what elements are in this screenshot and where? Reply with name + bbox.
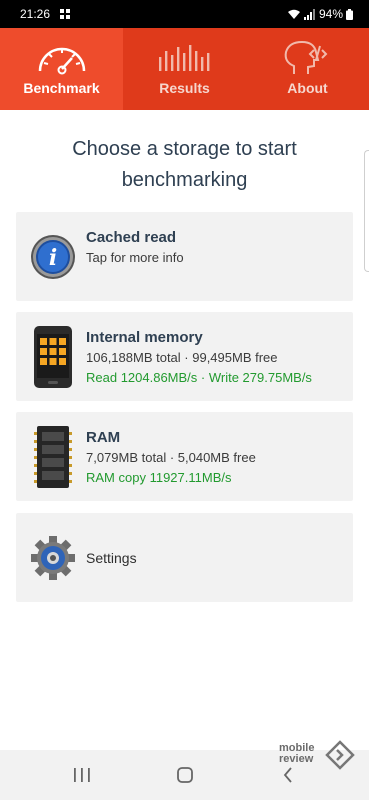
ram-chip-icon [34, 426, 72, 488]
info-icon: i [31, 235, 75, 279]
head-code-icon [246, 40, 369, 76]
ram-speeds: RAM copy 11927.11MB/s [86, 470, 232, 485]
scroll-indicator [364, 150, 369, 272]
tab-results[interactable]: Results [123, 28, 246, 110]
internal-memory-details: 106,188MB total · 99,495MB free [86, 350, 278, 365]
status-time: 21:26 [20, 7, 51, 21]
home-button[interactable] [165, 764, 205, 786]
tab-results-label: Results [159, 80, 210, 96]
wifi-icon [287, 9, 300, 19]
battery-percent: 94% [318, 7, 343, 21]
cached-read-card[interactable]: i Cached read Tap for more info [16, 212, 353, 301]
internal-memory-title: Internal memory [86, 329, 203, 346]
internal-memory-card[interactable]: Internal memory 106,188MB total · 99,495… [16, 312, 353, 401]
app-grid-icon [60, 9, 70, 19]
svg-text:i: i [49, 245, 57, 271]
home-icon [177, 767, 193, 783]
settings-card[interactable]: Settings [16, 513, 353, 602]
cached-read-title: Cached read [86, 229, 177, 246]
ram-details: 7,079MB total · 5,040MB free [86, 450, 256, 465]
tab-bar: Benchmark Results About [0, 28, 369, 110]
status-icons: 94% [287, 7, 353, 21]
page-heading: Choose a storage to start benchmarking [20, 134, 349, 196]
recent-apps-icon [74, 768, 90, 782]
ram-title: RAM [86, 429, 121, 446]
speedometer-icon [0, 40, 123, 76]
watermark-text: mobile review [279, 743, 314, 765]
settings-title: Settings [86, 550, 137, 566]
heading-line-1: Choose a storage to start [72, 138, 297, 160]
signal-icon [303, 8, 315, 20]
battery-icon [346, 8, 353, 20]
status-bar: 21:26 94% [0, 0, 369, 28]
watermark: mobile review [279, 740, 359, 772]
tab-about[interactable]: About [246, 28, 369, 110]
watermark-line-2: review [279, 753, 314, 765]
ram-card[interactable]: RAM 7,079MB total · 5,040MB free RAM cop… [16, 412, 353, 501]
tab-benchmark-label: Benchmark [23, 80, 100, 96]
tab-about-label: About [287, 80, 328, 96]
recent-apps-button[interactable] [62, 764, 102, 786]
watermark-logo-icon [325, 740, 355, 770]
internal-memory-speeds: Read 1204.86MB/s · Write 279.75MB/s [86, 370, 312, 385]
bars-icon [123, 40, 246, 76]
cached-read-subtitle: Tap for more info [86, 250, 184, 265]
tab-benchmark[interactable]: Benchmark [0, 28, 123, 110]
phone-icon [34, 326, 72, 388]
gear-icon [31, 536, 75, 580]
heading-line-2: benchmarking [121, 169, 248, 191]
